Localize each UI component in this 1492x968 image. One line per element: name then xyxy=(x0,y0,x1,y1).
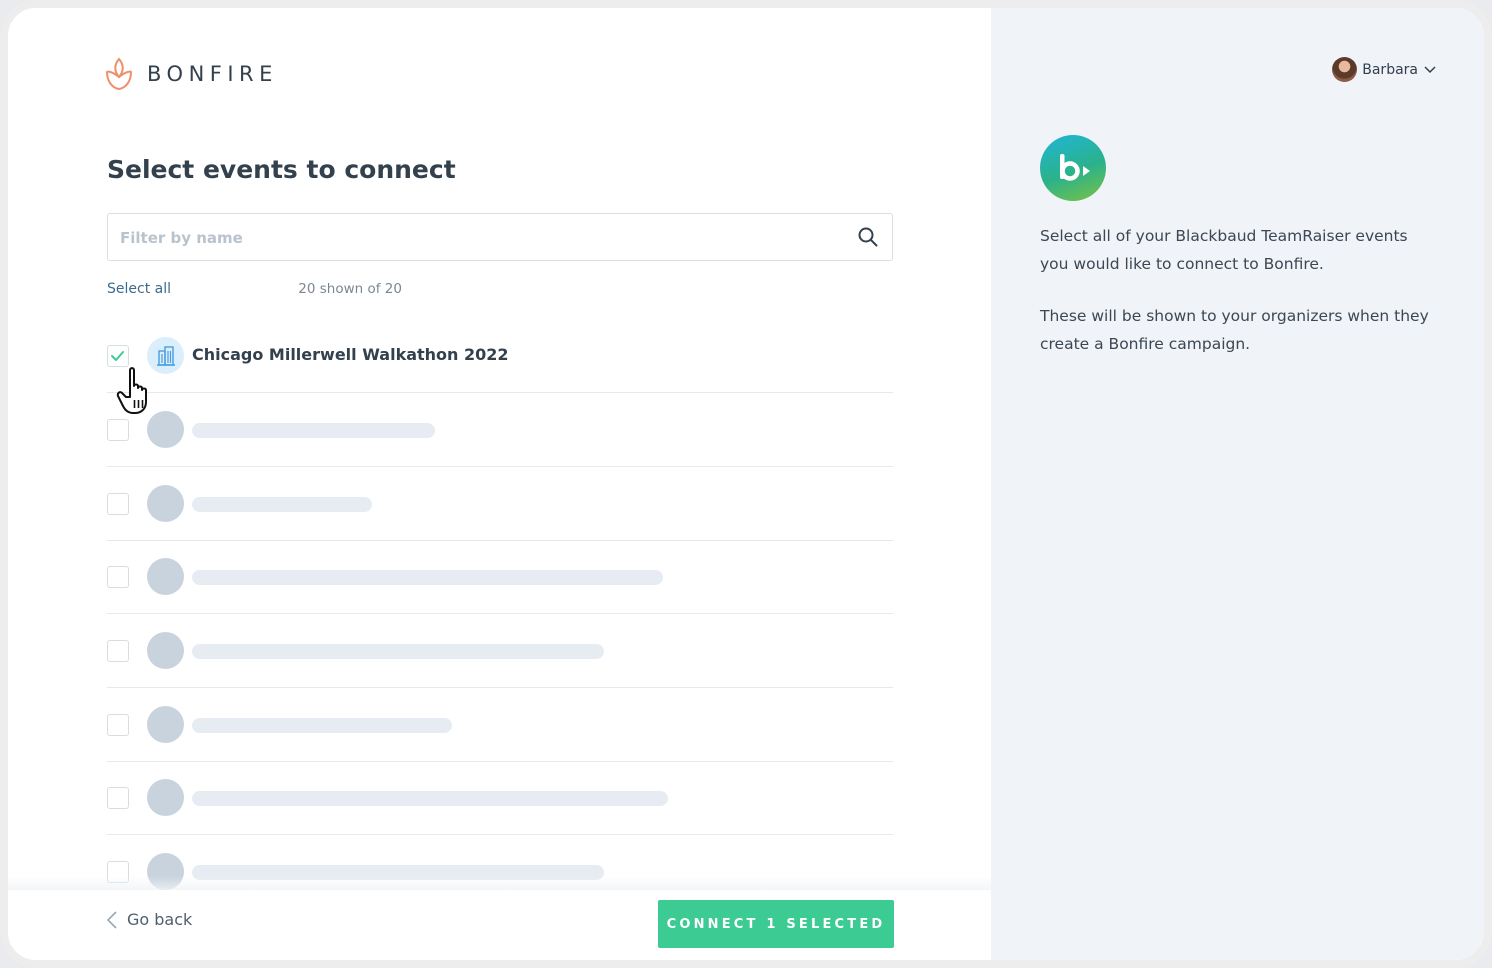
avatar-placeholder xyxy=(147,558,184,595)
filter-input[interactable] xyxy=(118,214,842,261)
event-checkbox[interactable] xyxy=(107,345,129,367)
event-checkbox[interactable] xyxy=(107,787,129,809)
flame-icon xyxy=(105,57,133,91)
info-paragraph-1: Select all of your Blackbaud TeamRaiser … xyxy=(1040,227,1408,273)
footer-bar: Go back CONNECT 1 SELECTED xyxy=(8,890,991,960)
page-title: Select events to connect xyxy=(107,155,456,184)
hand-cursor-icon xyxy=(116,367,147,414)
event-row-placeholder xyxy=(107,467,893,541)
connect-selected-button[interactable]: CONNECT 1 SELECTED xyxy=(658,900,894,948)
search-box xyxy=(107,213,893,261)
avatar-placeholder xyxy=(147,411,184,448)
avatar-placeholder xyxy=(147,706,184,743)
event-row-placeholder xyxy=(107,393,893,467)
title-placeholder xyxy=(192,570,663,585)
go-back-label: Go back xyxy=(127,910,193,929)
app-window: BONFIRE Select events to connect Select … xyxy=(0,0,1492,968)
title-placeholder xyxy=(192,791,668,806)
title-placeholder xyxy=(192,718,452,733)
title-placeholder xyxy=(192,497,372,512)
event-title: Chicago Millerwell Walkathon 2022 xyxy=(192,345,509,364)
main-panel: BONFIRE Select events to connect Select … xyxy=(8,8,991,960)
event-checkbox[interactable] xyxy=(107,640,129,662)
event-checkbox[interactable] xyxy=(107,566,129,588)
event-checkbox[interactable] xyxy=(107,714,129,736)
user-avatar xyxy=(1332,57,1358,82)
search-icon[interactable] xyxy=(858,227,878,247)
blackbaud-logo-icon xyxy=(1040,135,1106,201)
title-placeholder xyxy=(192,644,604,659)
user-name: Barbara xyxy=(1362,61,1418,78)
avatar-placeholder xyxy=(147,779,184,816)
event-checkbox[interactable] xyxy=(107,419,129,441)
select-all-link[interactable]: Select all xyxy=(107,281,171,297)
chevron-down-icon xyxy=(1424,65,1436,73)
bonfire-logo: BONFIRE xyxy=(105,56,278,92)
info-panel: Barbara Select all of your Blackbaud Tea… xyxy=(991,8,1484,960)
event-row[interactable]: Chicago Millerwell Walkathon 2022 xyxy=(107,319,893,393)
results-count: 20 shown of 20 xyxy=(298,281,402,297)
check-icon xyxy=(111,351,124,361)
event-row-placeholder xyxy=(107,761,893,835)
event-row-placeholder xyxy=(107,614,893,688)
avatar-placeholder xyxy=(147,485,184,522)
building-icon xyxy=(157,346,175,366)
go-back-link[interactable]: Go back xyxy=(107,910,192,929)
chevron-left-icon xyxy=(107,910,117,929)
event-checkbox[interactable] xyxy=(107,493,129,515)
event-row-placeholder xyxy=(107,540,893,614)
brand-name: BONFIRE xyxy=(147,62,278,86)
avatar-placeholder xyxy=(147,632,184,669)
title-placeholder xyxy=(192,423,435,438)
event-row-placeholder xyxy=(107,688,893,762)
info-paragraph-2: These will be shown to your organizers w… xyxy=(1040,307,1429,353)
user-menu[interactable]: Barbara xyxy=(1332,57,1436,82)
